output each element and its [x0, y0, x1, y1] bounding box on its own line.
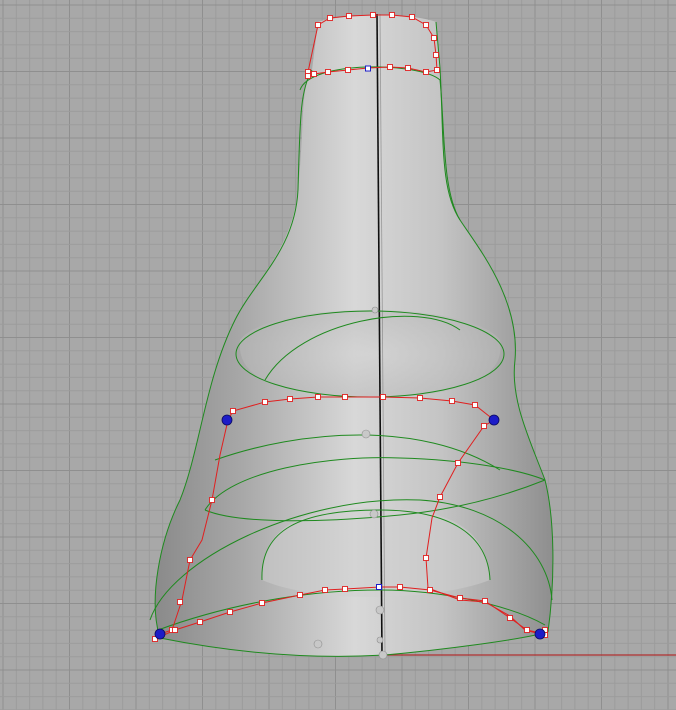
gumball-handle-icon [313, 639, 323, 649]
control-point-icon[interactable] [405, 65, 411, 71]
control-point-icon[interactable] [481, 423, 487, 429]
control-point-icon[interactable] [387, 64, 393, 70]
gumball-handle-icon [361, 429, 371, 439]
viewport-canvas[interactable] [0, 0, 676, 710]
control-point-icon[interactable] [370, 12, 376, 18]
control-point-icon[interactable] [342, 394, 348, 400]
selected-point-icon[interactable] [488, 414, 500, 426]
selected-point-icon[interactable] [154, 628, 166, 640]
control-point-icon[interactable] [417, 395, 423, 401]
control-point-icon[interactable] [507, 615, 513, 621]
control-point-icon[interactable] [197, 619, 203, 625]
control-point-icon[interactable] [230, 408, 236, 414]
control-point-icon[interactable] [297, 592, 303, 598]
control-point-icon[interactable] [262, 399, 268, 405]
control-point-icon[interactable] [472, 402, 478, 408]
control-point-icon[interactable] [305, 73, 311, 79]
control-point-icon[interactable] [365, 65, 371, 72]
control-point-icon[interactable] [397, 584, 403, 590]
control-point-icon[interactable] [209, 497, 215, 503]
gumball-handle-icon [376, 636, 384, 644]
selected-point-icon[interactable] [221, 414, 233, 426]
control-point-icon[interactable] [449, 398, 455, 404]
gumball-handle-icon [369, 509, 379, 519]
control-point-icon[interactable] [423, 22, 429, 28]
control-point-icon[interactable] [342, 586, 348, 592]
control-point-icon[interactable] [322, 587, 328, 593]
control-point-icon[interactable] [389, 12, 395, 18]
gumball-handle-icon [378, 650, 388, 660]
control-point-icon[interactable] [227, 609, 233, 615]
control-point-icon[interactable] [376, 584, 382, 590]
control-point-icon[interactable] [380, 394, 386, 400]
control-point-icon[interactable] [427, 587, 433, 593]
control-point-icon[interactable] [431, 35, 437, 41]
control-point-icon[interactable] [315, 394, 321, 400]
control-point-icon[interactable] [345, 67, 351, 73]
control-point-icon[interactable] [423, 69, 429, 75]
control-point-icon[interactable] [346, 13, 352, 19]
control-point-icon[interactable] [524, 627, 530, 633]
control-point-icon[interactable] [409, 14, 415, 20]
control-point-icon[interactable] [455, 460, 461, 466]
control-point-icon[interactable] [457, 595, 463, 601]
control-point-icon[interactable] [259, 600, 265, 606]
gumball-handle-icon [371, 306, 379, 314]
control-point-icon[interactable] [315, 22, 321, 28]
control-point-icon[interactable] [433, 52, 439, 58]
perspective-viewport[interactable] [0, 0, 676, 710]
control-point-icon[interactable] [423, 555, 429, 561]
control-point-icon[interactable] [172, 627, 178, 633]
control-point-icon[interactable] [434, 67, 440, 73]
control-point-icon[interactable] [287, 396, 293, 402]
control-point-icon[interactable] [325, 69, 331, 75]
control-point-icon[interactable] [177, 599, 183, 605]
control-point-icon[interactable] [437, 494, 443, 500]
control-point-icon[interactable] [187, 557, 193, 563]
control-point-icon[interactable] [482, 598, 488, 604]
surface-interior-highlight [239, 310, 501, 398]
gumball-handle-icon [375, 605, 385, 615]
selected-point-icon[interactable] [534, 628, 546, 640]
control-point-icon[interactable] [327, 15, 333, 21]
control-point-icon[interactable] [311, 71, 317, 77]
